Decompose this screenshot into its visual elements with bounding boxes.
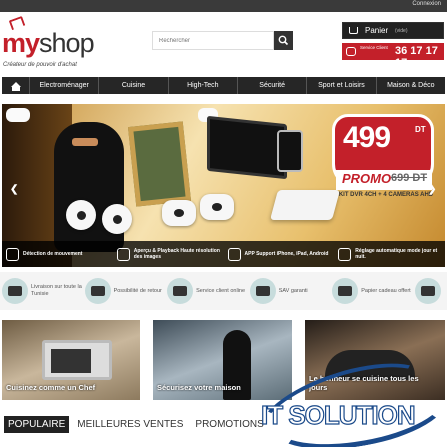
gift-card-icon xyxy=(338,286,353,296)
promo-label-box: PROMO 699 DT xyxy=(336,170,432,190)
page: Connexion myshop Créateur de pouvoir d'a… xyxy=(0,0,447,447)
feature-strip: Détection de mouvement Aperçu & Playback… xyxy=(2,241,445,267)
watermark: IT SOLUTION xyxy=(248,345,447,447)
app-icon xyxy=(227,247,241,261)
tile-caption: Cuisinez comme un Chef xyxy=(6,383,96,392)
service-item[interactable]: SAV garanti xyxy=(248,272,331,310)
search-button[interactable] xyxy=(274,31,293,50)
cart-status: (vide) xyxy=(395,28,408,34)
product-tabs: POPULAIRE MEILLEURES VENTES PROMOTIONS xyxy=(4,416,272,433)
feature-item: Détection de mouvement xyxy=(2,241,113,267)
service-item[interactable] xyxy=(413,272,447,310)
phone-number: 36 17 17 17 xyxy=(395,45,438,69)
search-bar xyxy=(152,31,293,50)
nav-item-cuisine[interactable]: Cuisine xyxy=(99,77,169,94)
site-logo[interactable]: myshop Créateur de pouvoir d'achat xyxy=(2,15,102,71)
monitor-image xyxy=(207,115,287,180)
promo-banner[interactable]: 499 DT PROMO 699 DT KIT DVR 4CH + 4 CAME… xyxy=(2,104,445,267)
camera-image xyxy=(162,200,196,226)
nav-item-securite[interactable]: Sécurité xyxy=(238,77,308,94)
promo-price: 499 xyxy=(343,121,391,154)
clipboard-icon xyxy=(90,286,105,296)
watermark-text: IT SOLUTION xyxy=(260,399,416,430)
camera-image xyxy=(66,200,96,230)
top-bar: Connexion xyxy=(0,0,447,12)
dome-camera-image xyxy=(6,108,30,122)
truck-icon xyxy=(8,286,22,296)
customer-service-phone: Service Client 36 17 17 17 xyxy=(342,43,444,69)
support-icon xyxy=(173,286,188,296)
nav-item-maison-deco[interactable]: Maison & Déco xyxy=(377,77,445,94)
cart-button[interactable]: Panier (vide) xyxy=(342,22,444,39)
service-item[interactable]: Livraison sur toute la Tunisie xyxy=(0,272,83,310)
promo-currency: DT xyxy=(415,125,426,134)
service-strip: Livraison sur toute la Tunisie Possibili… xyxy=(0,272,447,310)
cart-label: Panier xyxy=(365,26,389,35)
tab-meilleures-ventes[interactable]: MEILLEURES VENTES xyxy=(73,416,187,433)
category-tile-cuisine[interactable]: Cuisinez comme un Chef xyxy=(2,320,140,400)
day-night-icon xyxy=(338,247,352,261)
nav-item-high-tech[interactable]: High-Tech xyxy=(169,77,238,94)
kit-description: KIT DVR 4CH + 4 CAMERAS AHD xyxy=(338,192,434,198)
service-item[interactable]: Service client online xyxy=(165,272,248,310)
search-input[interactable] xyxy=(152,31,274,50)
home-button[interactable] xyxy=(2,77,30,94)
logo-tagline: Créateur de pouvoir d'achat xyxy=(3,62,77,68)
dvr-image xyxy=(269,190,341,220)
carousel-prev-arrow[interactable]: ❮ xyxy=(10,184,18,195)
search-icon xyxy=(278,35,289,46)
painting-image xyxy=(127,121,192,207)
warranty-icon xyxy=(255,286,270,296)
smartphone-image xyxy=(277,130,303,172)
feature-item: Réglage automatique mode jour et nuit. xyxy=(334,241,445,267)
login-link[interactable]: Connexion xyxy=(412,1,441,7)
motion-icon xyxy=(6,247,19,261)
oven-image xyxy=(42,340,112,380)
feature-item: Aperçu & Playback Haute résolution des i… xyxy=(113,241,224,267)
camera-image xyxy=(102,204,132,234)
promo-label: PROMO xyxy=(342,171,392,186)
service-item[interactable]: Papier cadeau offert xyxy=(330,272,413,310)
cart-icon xyxy=(349,27,358,34)
tile-caption: Sécurisez votre maison xyxy=(157,383,241,392)
service-headline: Service Client xyxy=(360,45,388,50)
gift-icon xyxy=(420,286,435,296)
playback-icon xyxy=(116,247,130,261)
carousel-next-arrow[interactable]: ❯ xyxy=(428,184,436,195)
feature-item: APP Support iPhone, iPad, Android xyxy=(224,241,335,267)
service-item[interactable]: Possibilité de retour xyxy=(83,272,166,310)
logo-wordmark: myshop xyxy=(2,28,95,58)
old-price: 699 DT xyxy=(391,172,428,184)
headset-icon xyxy=(346,47,356,56)
tab-populaire[interactable]: POPULAIRE xyxy=(4,416,70,433)
camera-image xyxy=(200,194,234,220)
nav-item-electromenager[interactable]: Electroménager xyxy=(30,77,100,94)
nav-item-sport-loisirs[interactable]: Sport et Loisirs xyxy=(307,77,377,94)
main-nav: Electroménager Cuisine High-Tech Sécurit… xyxy=(2,77,445,94)
